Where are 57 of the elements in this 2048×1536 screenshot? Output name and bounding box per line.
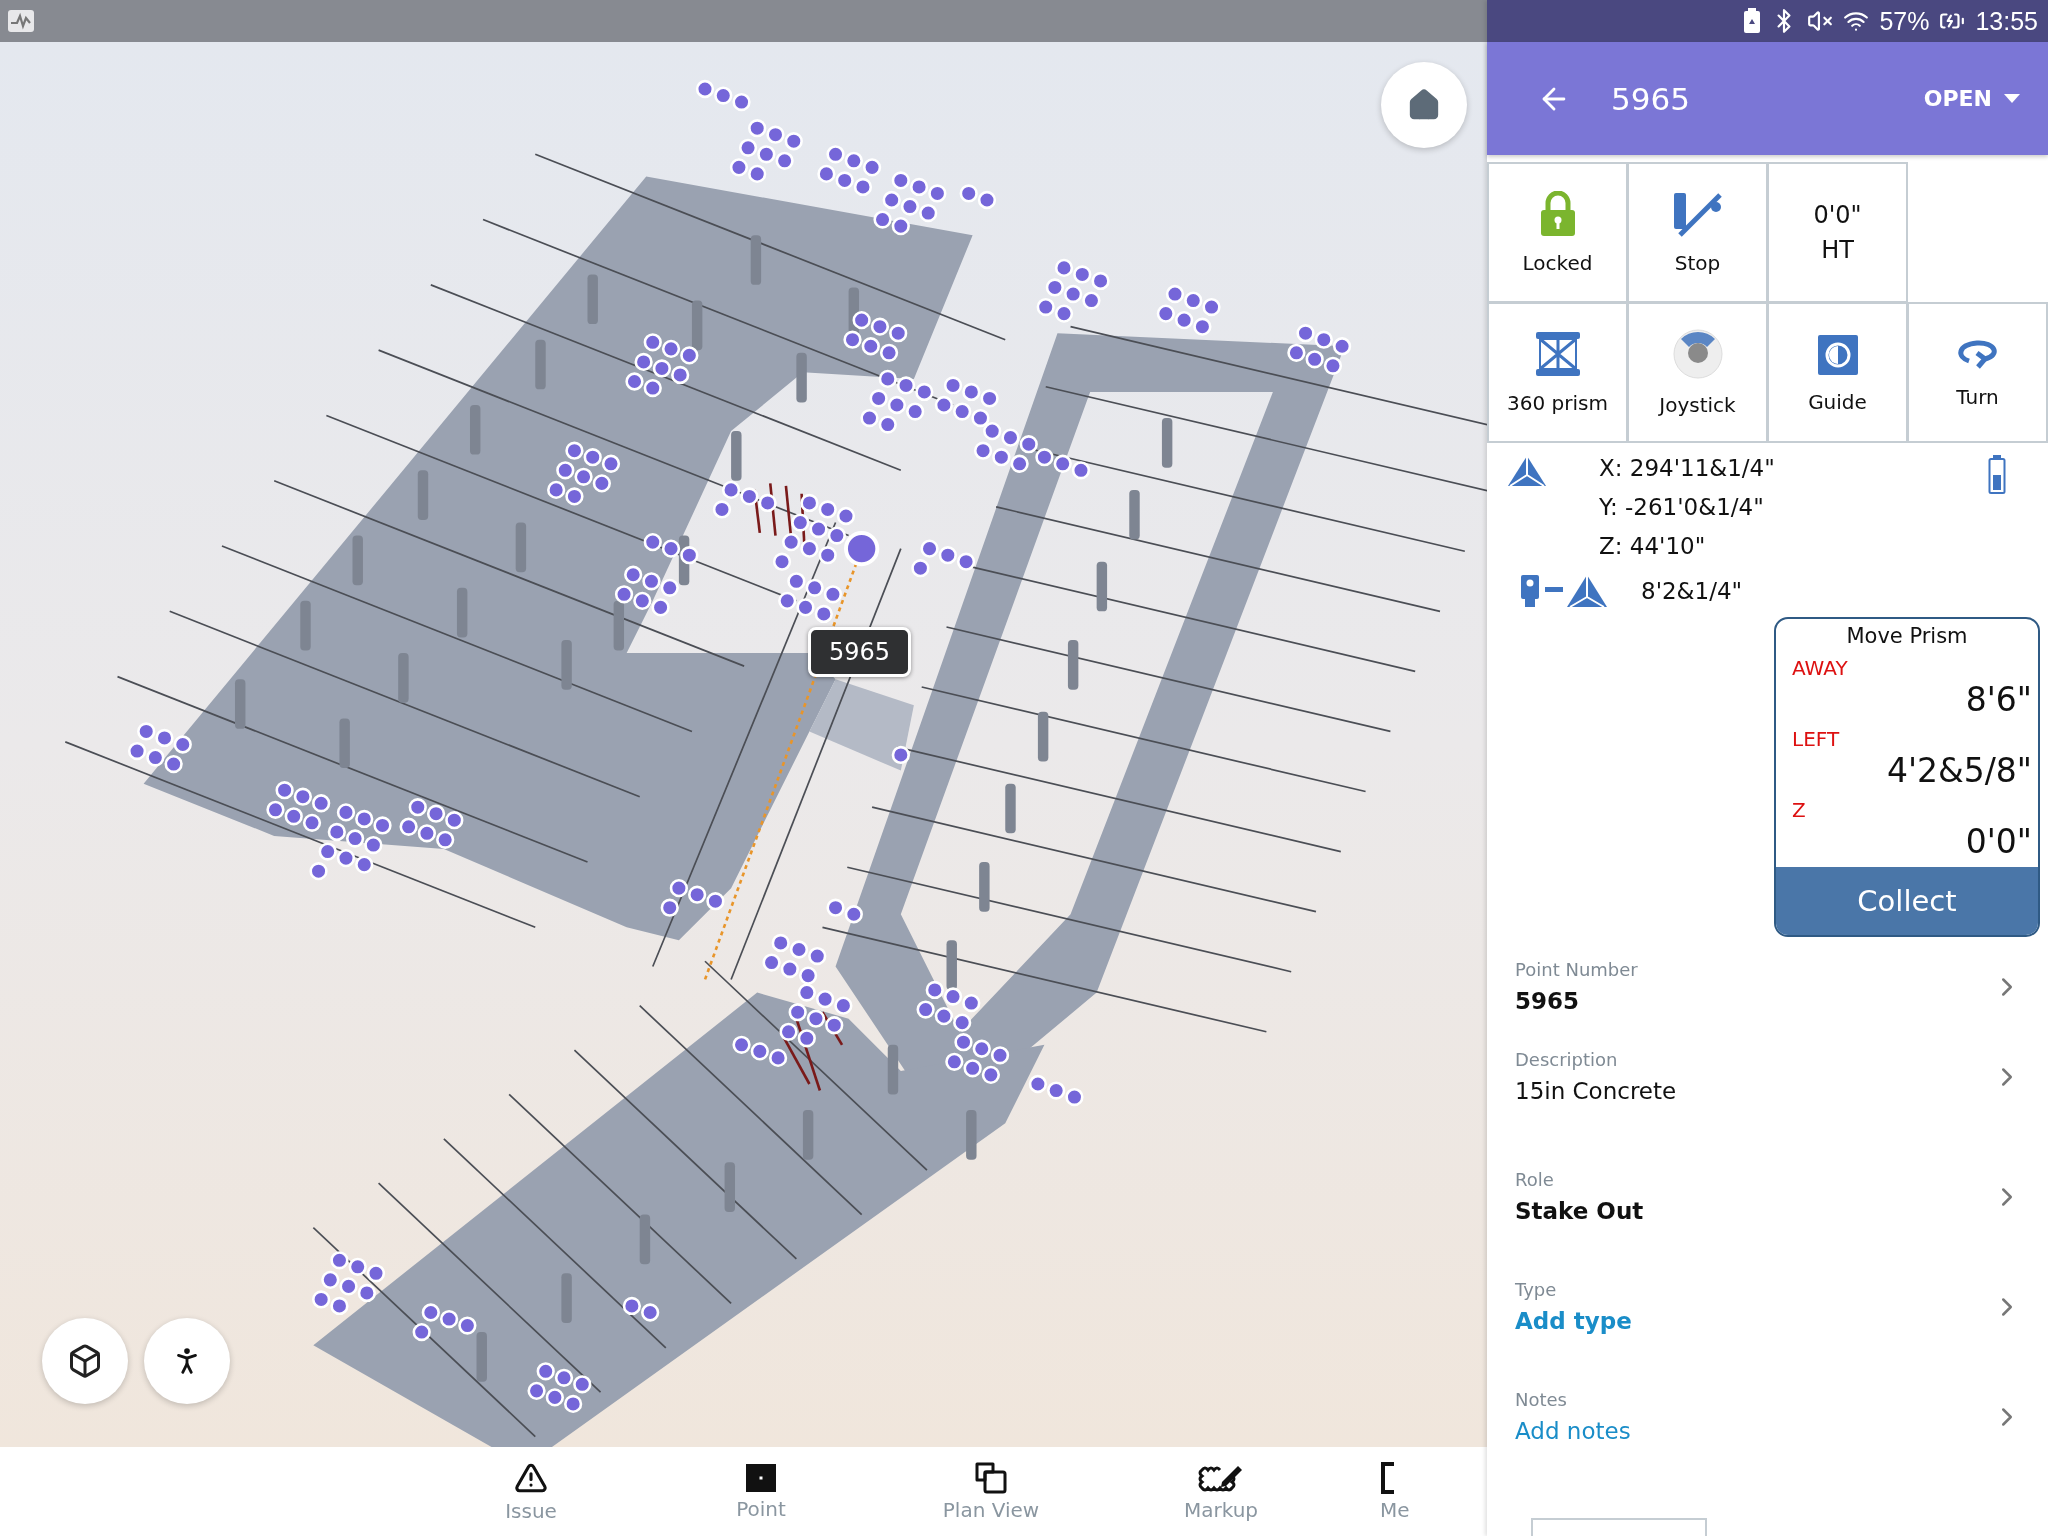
mute-icon (1807, 8, 1834, 34)
field-label: Point Number (1515, 959, 1639, 980)
detail-row[interactable]: Notes Add notes (1487, 1389, 2048, 1499)
overlapping-squares-icon (975, 1461, 1007, 1494)
coordinate-text: Z: 44'10" (1599, 533, 1707, 559)
direction-label: Z (1791, 797, 1807, 822)
3d-view-button[interactable] (42, 1318, 128, 1404)
field-label: Type (1515, 1279, 1558, 1300)
clock-time: 13:55 (1975, 6, 2038, 36)
field-value: Stake Out (1515, 1198, 1645, 1224)
field-label: Notes (1515, 1389, 1568, 1410)
coordinate-text: Y: -261'0&1/4" (1599, 494, 1765, 520)
point-square-icon (745, 1462, 777, 1493)
instrument-stop-icon (1671, 190, 1724, 237)
detail-row[interactable]: Description 15in Concrete (1487, 1049, 2048, 1169)
prism-target-icon (1507, 455, 1547, 487)
battery-level-icon (1988, 455, 2006, 495)
collect-button[interactable]: Collect (1776, 867, 2038, 935)
offset-value: 4'2&5/8" (1885, 751, 2033, 790)
instrument-to-prism-icon (1519, 573, 1609, 609)
field-label: Role (1515, 1169, 1555, 1190)
detail-row[interactable]: Role Stake Out (1487, 1169, 2048, 1279)
walk-mode-button[interactable] (144, 1318, 230, 1404)
distance-text: 8'2&1/4" (1641, 578, 1743, 604)
detail-row[interactable]: Point Number 5965 (1487, 959, 2048, 1049)
home-icon (1407, 88, 1441, 122)
field-value: Add type (1515, 1308, 1633, 1334)
status-dropdown[interactable]: OPEN (1923, 86, 2020, 111)
tool-tile[interactable]: Turn (1907, 302, 2048, 443)
tool-tile[interactable]: Joystick (1627, 302, 1768, 443)
coordinate-text: X: 294'11&1/4" (1599, 455, 1776, 481)
tool-tile[interactable]: 360 prism (1487, 302, 1628, 443)
joystick-icon (1672, 328, 1723, 379)
point-title: 5965 (1611, 80, 1691, 117)
height-tile[interactable]: 0'0" HT (1767, 162, 1908, 303)
padlock-icon (1539, 190, 1576, 237)
dropdown-caret-icon (2004, 94, 2020, 103)
direction-label: LEFT (1791, 726, 1841, 751)
field-value: 5965 (1515, 988, 1580, 1014)
pulse-notification-icon (8, 10, 34, 32)
point-label: 5965 (808, 627, 912, 677)
direction-label: AWAY (1791, 655, 1849, 680)
battery-saver-icon (1743, 8, 1762, 34)
tool-tile[interactable]: Locked (1487, 162, 1628, 303)
battery-percentage: 57% (1879, 6, 1930, 36)
prism-icon (1534, 330, 1581, 377)
card-title: Move Prism (1845, 623, 1969, 648)
field-value: Add notes (1515, 1418, 1632, 1444)
tool-tile[interactable]: Guide (1767, 302, 1908, 443)
cube-icon (67, 1343, 103, 1379)
field-label: Description (1515, 1049, 1619, 1070)
detail-row[interactable]: Type Add type (1487, 1279, 2048, 1389)
tool-tile[interactable]: Stop (1627, 162, 1768, 303)
field-value: 15in Concrete (1515, 1078, 1678, 1104)
offset-value: 0'0" (1964, 822, 2033, 861)
home-button[interactable] (1381, 62, 1467, 148)
offset-value: 8'6" (1964, 680, 2033, 719)
